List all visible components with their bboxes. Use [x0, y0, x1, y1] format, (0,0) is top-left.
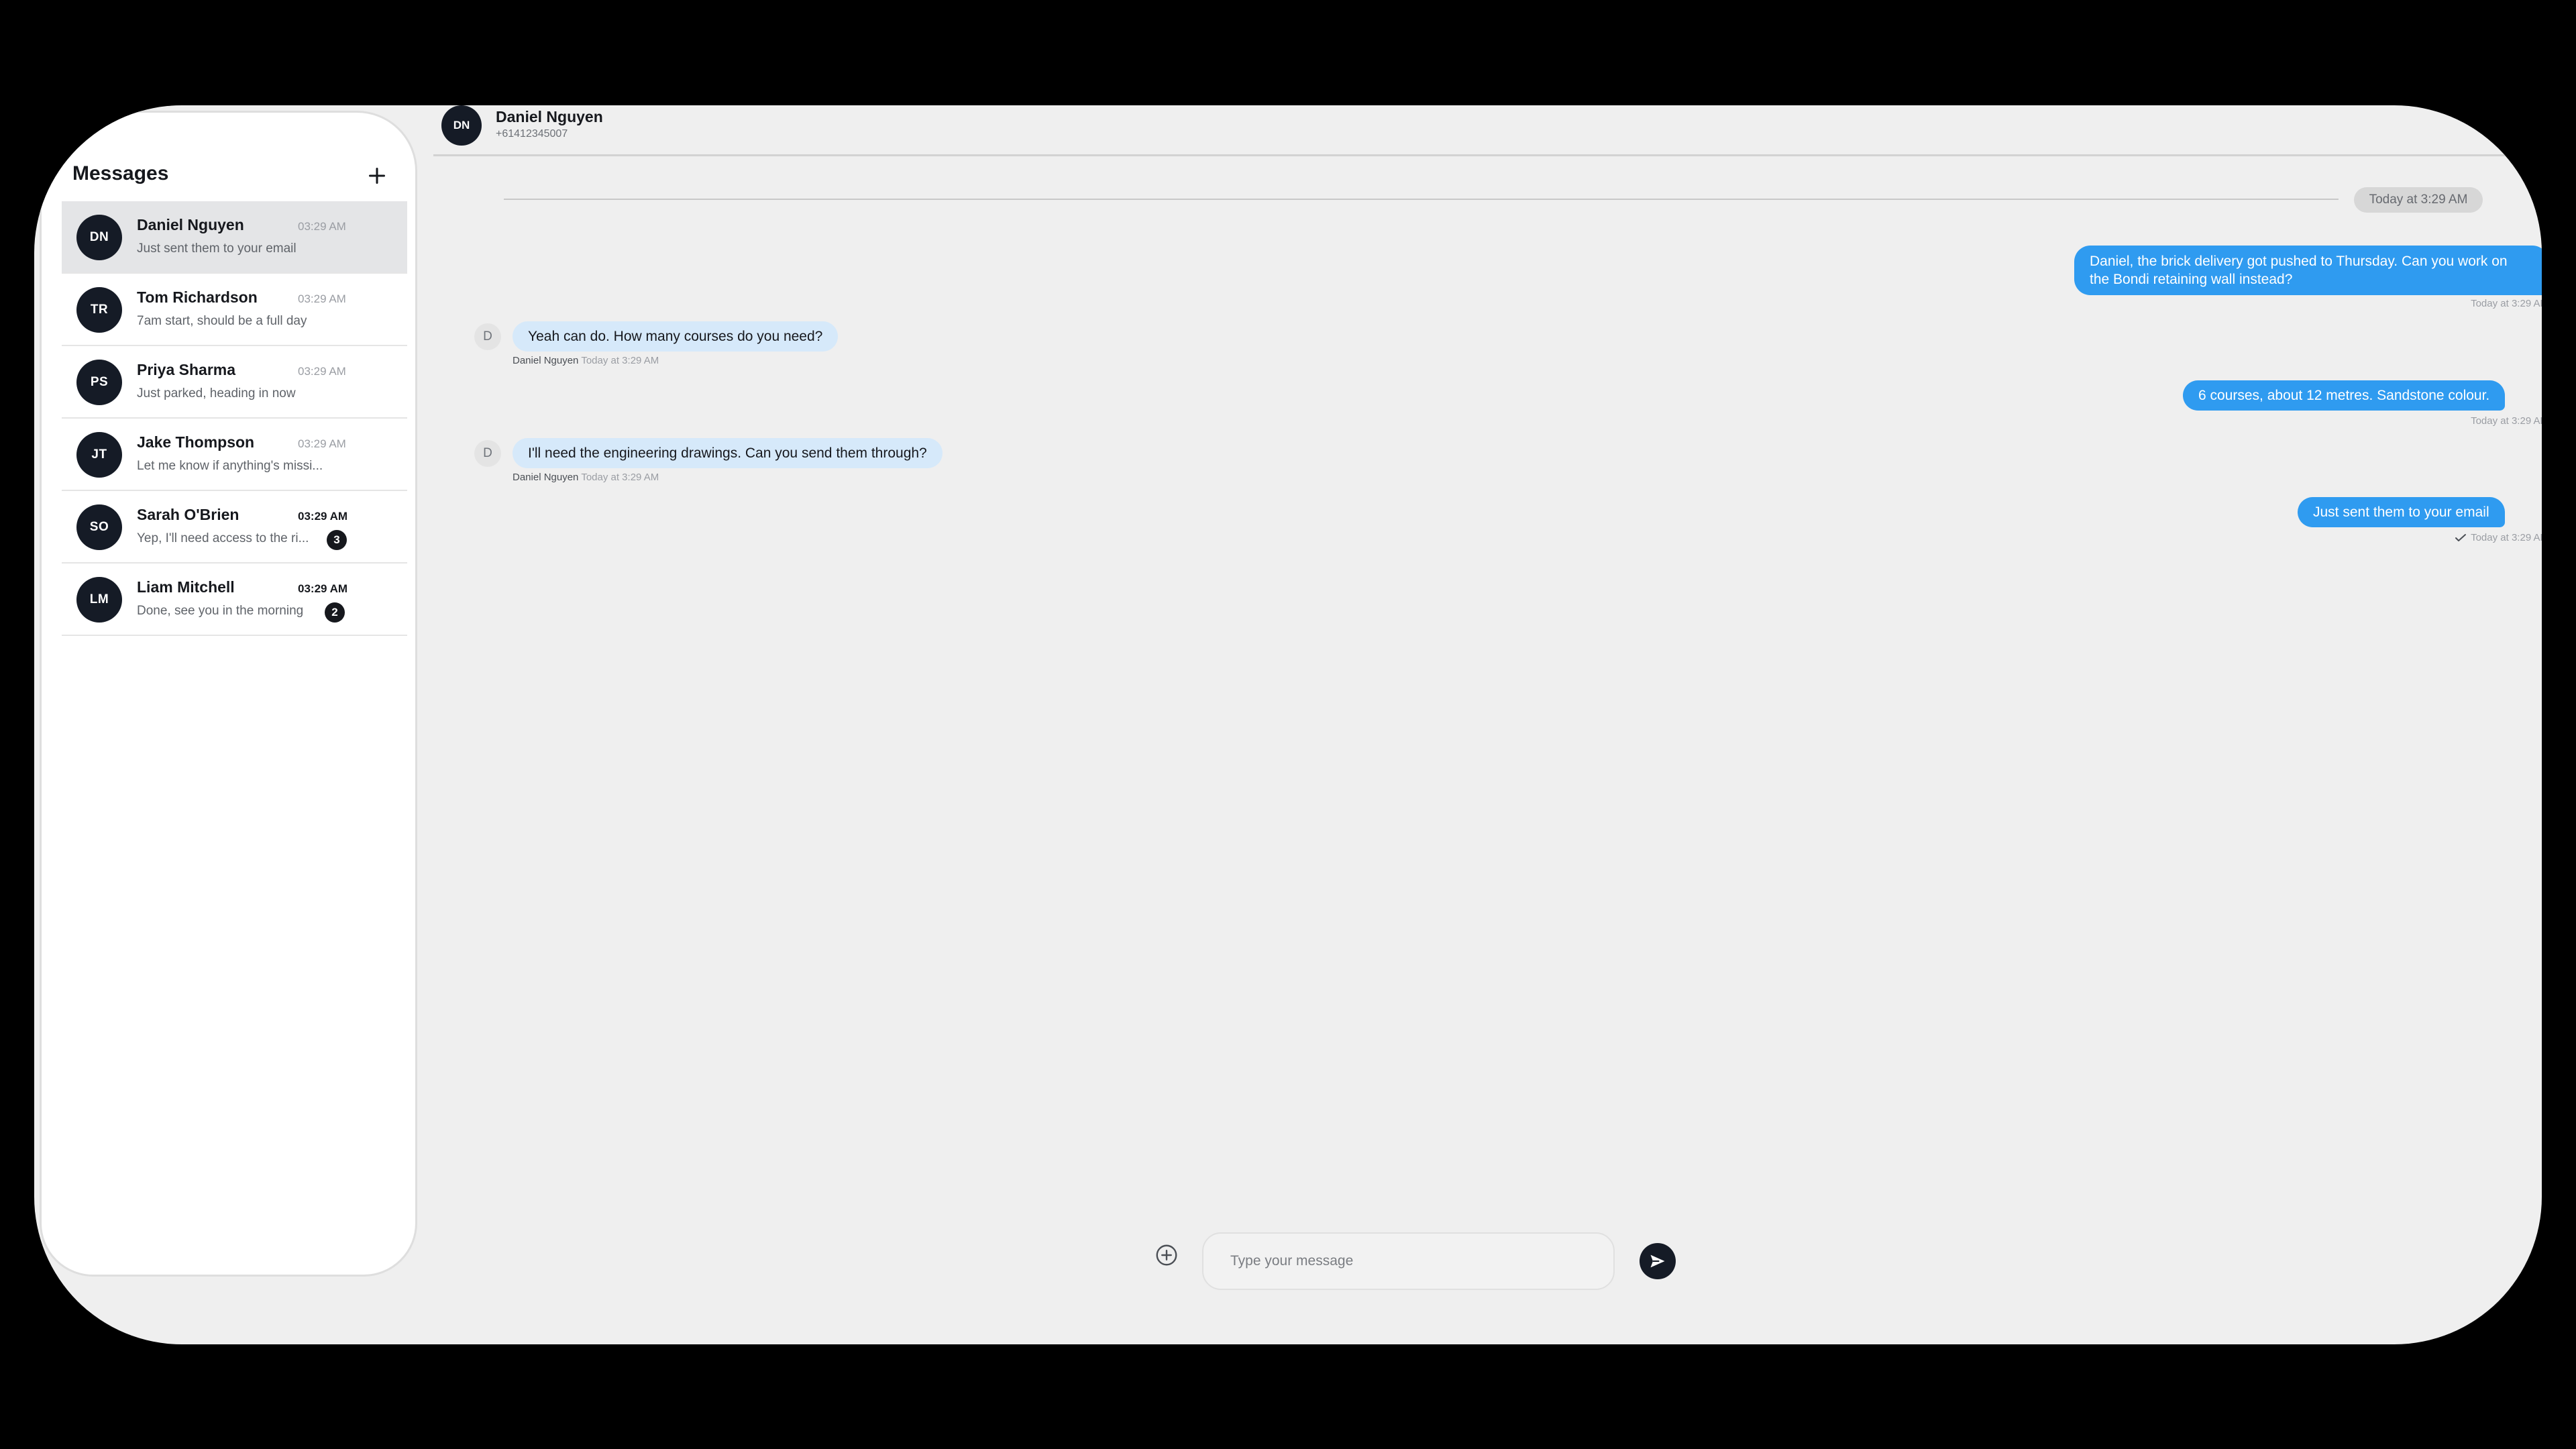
unread-badge: 2	[325, 602, 345, 623]
date-divider-line	[504, 199, 2339, 200]
message-bubble-outgoing[interactable]: Daniel, the brick delivery got pushed to…	[2074, 246, 2542, 295]
plus-icon	[368, 167, 386, 184]
conversation-list: DN Daniel Nguyen 03:29 AM Just sent them…	[62, 201, 407, 636]
conversation-time: 03:29 AM	[298, 220, 346, 233]
chat-header: DN Daniel Nguyen +61412345007	[433, 105, 2533, 156]
new-message-button[interactable]	[360, 158, 394, 193]
attach-button[interactable]	[1152, 1240, 1181, 1270]
conversation-time: 03:29 AM	[298, 292, 346, 305]
message-bubble-incoming[interactable]: I'll need the engineering drawings. Can …	[513, 438, 943, 468]
message-timestamp: Today at 3:29 AM	[2471, 298, 2542, 309]
conversation-time: 03:29 AM	[298, 582, 348, 595]
conversation-preview: 7am start, should be a full day	[137, 314, 307, 328]
message-meta: Daniel Nguyen Today at 3:29 AM	[513, 355, 659, 366]
message-sender: Daniel Nguyen	[513, 472, 579, 483]
conversation-preview: Let me know if anything's missi...	[137, 459, 323, 473]
message-text: Yeah can do. How many courses do you nee…	[528, 329, 823, 344]
message-bubble-outgoing[interactable]: Just sent them to your email	[2298, 497, 2505, 527]
avatar: PS	[76, 360, 122, 405]
avatar: TR	[76, 287, 122, 333]
send-button[interactable]	[1640, 1243, 1676, 1279]
avatar: JT	[76, 432, 122, 478]
conversation-item-tom-richardson[interactable]: TR Tom Richardson 03:29 AM 7am start, sh…	[62, 274, 407, 346]
conversation-preview: Just parked, heading in now	[137, 386, 296, 400]
message-bubble-incoming[interactable]: Yeah can do. How many courses do you nee…	[513, 321, 839, 352]
unread-badge: 3	[327, 530, 347, 550]
avatar: LM	[76, 577, 122, 623]
message-sender: Daniel Nguyen	[513, 355, 579, 366]
conversation-name: Daniel Nguyen	[137, 216, 244, 233]
message-text: Just sent them to your email	[2313, 504, 2489, 520]
conversation-name: Tom Richardson	[137, 288, 258, 306]
conversation-item-sarah-obrien[interactable]: SO Sarah O'Brien 03:29 AM Yep, I'll need…	[62, 491, 407, 564]
message-timestamp: Today at 3:29 AM	[2471, 532, 2542, 543]
message-text: 6 courses, about 12 metres. Sandstone co…	[2198, 388, 2490, 403]
sender-avatar: D	[474, 440, 501, 467]
contact-phone: +61412345007	[496, 128, 568, 140]
conversation-name: Priya Sharma	[137, 361, 236, 378]
message-input[interactable]	[1202, 1232, 1615, 1290]
message-text-line: Daniel, the brick delivery got pushed to…	[2090, 254, 2508, 269]
conversation-item-daniel-nguyen[interactable]: DN Daniel Nguyen 03:29 AM Just sent them…	[62, 201, 407, 274]
conversation-name: Liam Mitchell	[137, 578, 235, 596]
conversation-preview: Just sent them to your email	[137, 241, 297, 256]
read-check-icon	[2455, 534, 2467, 542]
sidebar-title: Messages	[72, 162, 169, 184]
conversation-name: Sarah O'Brien	[137, 506, 239, 523]
conversation-time: 03:29 AM	[298, 365, 346, 378]
message-meta: Daniel Nguyen Today at 3:29 AM	[513, 472, 659, 483]
conversation-name: Jake Thompson	[137, 433, 255, 451]
add-attachment-icon	[1156, 1244, 1177, 1266]
message-meta: Today at 3:29 AM	[2382, 532, 2542, 543]
contact-name[interactable]: Daniel Nguyen	[496, 108, 603, 126]
message-text-line: the Bondi retaining wall instead?	[2090, 272, 2293, 287]
conversation-item-priya-sharma[interactable]: PS Priya Sharma 03:29 AM Just parked, he…	[62, 346, 407, 419]
contact-avatar[interactable]: DN	[441, 105, 482, 146]
avatar: DN	[76, 215, 122, 260]
sidebar-header: Messages	[72, 150, 394, 204]
conversation-preview: Done, see you in the morning	[137, 604, 304, 618]
conversation-time: 03:29 AM	[298, 510, 348, 523]
conversation-time: 03:29 AM	[298, 437, 346, 450]
date-divider: Today at 3:29 AM	[2354, 187, 2483, 213]
conversation-preview: Yep, I'll need access to the ri...	[137, 531, 309, 545]
avatar: SO	[76, 504, 122, 550]
message-timestamp: Today at 3:29 AM	[581, 355, 659, 366]
sender-avatar: D	[474, 323, 501, 350]
message-bubble-outgoing[interactable]: 6 courses, about 12 metres. Sandstone co…	[2183, 380, 2506, 411]
message-timestamp: Today at 3:29 AM	[581, 472, 659, 483]
conversation-item-liam-mitchell[interactable]: LM Liam Mitchell 03:29 AM Done, see you …	[62, 564, 407, 636]
conversation-item-jake-thompson[interactable]: JT Jake Thompson 03:29 AM Let me know if…	[62, 419, 407, 491]
message-timestamp: Today at 3:29 AM	[2471, 415, 2542, 427]
conversations-sidebar: Messages DN Daniel Nguyen 03:29 AM Just …	[40, 111, 417, 1277]
app-window: Messages DN Daniel Nguyen 03:29 AM Just …	[34, 105, 2542, 1344]
send-icon	[1650, 1254, 1665, 1268]
message-text: I'll need the engineering drawings. Can …	[528, 445, 927, 461]
